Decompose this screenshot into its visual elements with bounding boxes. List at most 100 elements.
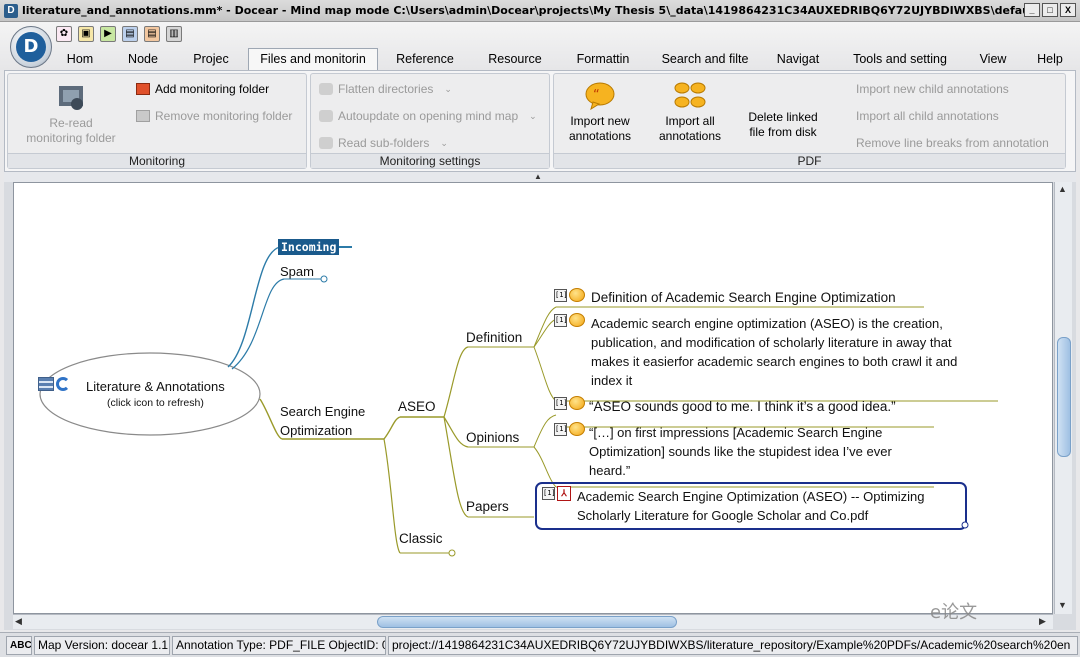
pdf-page-icon: [1]: [554, 396, 568, 410]
mind-map-frame: ▲ Literature & Annotations (click icon t…: [4, 172, 1076, 630]
tab-search-and-filter[interactable]: Search and filte: [654, 49, 756, 70]
reread-folder-icon: [59, 86, 83, 110]
tab-help[interactable]: Help: [1030, 49, 1070, 70]
horizontal-scroll-thumb[interactable]: [377, 616, 677, 628]
annotation-paper-link[interactable]: Academic Search Engine Optimization (ASE…: [577, 487, 957, 525]
import-all-annotations-button[interactable]: Import all annotations: [650, 80, 730, 144]
refresh-icon[interactable]: [56, 377, 70, 391]
window-title: literature_and_annotations.mm* - Docear …: [22, 4, 1032, 17]
root-node-shape[interactable]: [39, 352, 261, 436]
tab-home[interactable]: Hom: [56, 49, 104, 70]
scroll-down-icon[interactable]: ▼: [1058, 600, 1067, 610]
delete-linked-file-button[interactable]: Delete linked file from disk: [740, 110, 826, 140]
table-icon: [38, 377, 54, 391]
settings-gear-icon: [319, 137, 333, 149]
comment-bubble-icon: [569, 288, 585, 302]
opinions-node[interactable]: Opinions: [466, 430, 519, 445]
flatten-directories-dropdown[interactable]: Flatten directories ⌄: [319, 82, 452, 96]
annotation-icons: [1]: [554, 288, 585, 302]
title-bar: D literature_and_annotations.mm* - Docea…: [0, 0, 1080, 22]
aseo-node[interactable]: ASEO: [398, 399, 436, 414]
tab-reference[interactable]: Reference: [390, 49, 460, 70]
import-all-child-annotations-button[interactable]: Import all child annotations: [856, 109, 999, 123]
import-new-annotations-button[interactable]: “ Import new annotations: [562, 80, 638, 144]
new-map-icon[interactable]: ✿: [56, 26, 72, 42]
docear-icon: D: [4, 3, 18, 18]
annotation-definition-title[interactable]: Definition of Academic Search Engine Opt…: [591, 288, 896, 307]
vertical-scroll-thumb[interactable]: [1057, 337, 1071, 457]
minimize-button[interactable]: _: [1024, 3, 1040, 17]
ribbon-tab-row: D ✿ ▣ ▶ ▤ ▤ ▥ Hom Node Projec Files and …: [0, 22, 1080, 71]
map-version-status: Map Version: docear 1.1: [34, 636, 170, 655]
monitoring-group: Re-read monitoring folder Add monitoring…: [7, 73, 307, 169]
pdf-page-icon: [1]: [554, 313, 568, 327]
tab-formatting[interactable]: Formattin: [572, 49, 634, 70]
scroll-up-icon[interactable]: ▲: [1058, 184, 1067, 194]
tab-navigate[interactable]: Navigat: [768, 49, 828, 70]
chevron-down-icon: ⌄: [444, 83, 452, 94]
reread-monitoring-folder-button[interactable]: Re-read monitoring folder: [16, 82, 126, 146]
lock-icon[interactable]: ▣: [78, 26, 94, 42]
remove-monitoring-folder-button[interactable]: Remove monitoring folder: [136, 109, 292, 123]
autoupdate-dropdown[interactable]: Autoupdate on opening mind map ⌄: [319, 109, 537, 123]
svg-text:“: “: [593, 88, 600, 103]
tab-tools-and-settings[interactable]: Tools and setting: [846, 49, 954, 70]
root-node-subtitle: (click icon to refresh): [107, 397, 204, 409]
tab-project[interactable]: Projec: [184, 49, 238, 70]
scroll-right-icon[interactable]: ▶: [1039, 616, 1046, 627]
tab-files-and-monitoring[interactable]: Files and monitorin: [248, 48, 378, 71]
collapse-arrow-icon[interactable]: ▲: [534, 172, 542, 181]
save-as-icon[interactable]: ▤: [144, 26, 160, 42]
maximize-button[interactable]: □: [1042, 3, 1058, 17]
incoming-node[interactable]: Incoming: [278, 239, 340, 255]
tab-node[interactable]: Node: [118, 49, 168, 70]
chevron-down-icon: ⌄: [440, 137, 448, 148]
scroll-left-icon[interactable]: ◀: [15, 616, 22, 627]
open-folder-icon[interactable]: ▶: [100, 26, 116, 42]
annotation-definition-text[interactable]: Academic search engine optimization (ASE…: [591, 314, 991, 390]
monitoring-settings-group-label: Monitoring settings: [311, 153, 549, 168]
spam-node[interactable]: Spam: [280, 264, 314, 279]
pdf-group: “ Import new annotations Import all anno…: [553, 73, 1066, 169]
read-subfolders-dropdown[interactable]: Read sub-folders ⌄: [319, 136, 448, 150]
comment-bubble-icon: [569, 396, 585, 410]
vertical-scrollbar[interactable]: ▲ ▼: [1054, 182, 1072, 614]
horizontal-scrollbar[interactable]: ◀ ▶: [13, 614, 1053, 629]
tab-view[interactable]: View: [972, 49, 1014, 70]
close-button[interactable]: X: [1060, 3, 1076, 17]
spellcheck-indicator[interactable]: ABC: [6, 636, 32, 655]
annotation-icons: [1] ⅄: [542, 486, 571, 501]
pdf-group-label: PDF: [554, 153, 1065, 168]
annotation-icons: [1]: [554, 396, 585, 410]
settings-gear-icon: [319, 83, 333, 95]
tab-resource[interactable]: Resource: [480, 49, 550, 70]
multiple-bubbles-icon: [674, 82, 706, 108]
application-menu-button[interactable]: D: [10, 26, 52, 68]
comment-bubble-icon: [569, 422, 585, 436]
classic-node[interactable]: Classic: [399, 531, 443, 546]
pdf-page-icon: [1]: [542, 487, 556, 500]
remove-line-breaks-button[interactable]: Remove line breaks from annotation: [856, 136, 1049, 150]
save-icon[interactable]: ▤: [122, 26, 138, 42]
root-refresh-control[interactable]: [38, 377, 70, 391]
mind-map-canvas[interactable]: Literature & Annotations (click icon to …: [13, 182, 1053, 614]
annotation-opinion-2[interactable]: “[…] on first impressions [Academic Sear…: [589, 423, 929, 480]
pdf-file-icon: ⅄: [557, 486, 571, 501]
add-monitoring-folder-button[interactable]: Add monitoring folder: [136, 82, 269, 96]
root-node-title[interactable]: Literature & Annotations: [86, 379, 225, 394]
window-controls: _ □ X: [1024, 3, 1076, 17]
settings-gear-icon: [319, 110, 333, 122]
search-engine-optimization-node[interactable]: Search Engine Optimization: [280, 402, 390, 440]
definition-node[interactable]: Definition: [466, 330, 522, 345]
annotation-bubble-icon: “: [585, 82, 615, 111]
status-bar: ABC Map Version: docear 1.1 Annotation T…: [0, 632, 1080, 657]
save-all-icon[interactable]: ▥: [166, 26, 182, 42]
ribbon-splitter[interactable]: ▲: [4, 172, 1076, 182]
import-new-child-annotations-button[interactable]: Import new child annotations: [856, 82, 1009, 96]
monitoring-settings-group: Flatten directories ⌄ Autoupdate on open…: [310, 73, 550, 169]
papers-node[interactable]: Papers: [466, 499, 509, 514]
node-link-path-status: project://1419864231C34AUXEDRIBQ6Y72UJYB…: [388, 636, 1078, 655]
annotation-opinion-1[interactable]: “ASEO sounds good to me. I think it’s a …: [589, 397, 896, 416]
quick-access-toolbar: ✿ ▣ ▶ ▤ ▤ ▥: [56, 26, 182, 42]
monitoring-group-label: Monitoring: [8, 153, 306, 168]
